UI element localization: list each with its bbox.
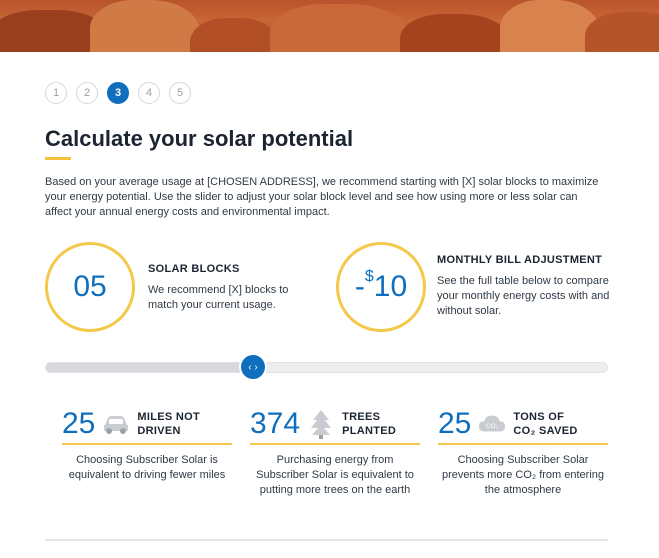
hero-rock <box>90 0 200 52</box>
section-divider <box>45 539 608 541</box>
solar-blocks-body-1: We recommend <box>148 284 229 296</box>
solar-blocks-value: 05 <box>73 270 107 303</box>
hero-rock <box>270 4 410 52</box>
step-1[interactable]: 1 <box>45 82 67 104</box>
stat-header: 25 MILES NOT DRIVEN <box>62 405 232 445</box>
step-indicator: 1 2 3 4 5 <box>45 82 191 104</box>
stat-label: MILES NOT DRIVEN <box>137 410 200 438</box>
solar-blocks-heading: SOLAR BLOCKS <box>148 263 240 275</box>
car-icon <box>101 409 131 439</box>
slider-arrows-icon: ‹ › <box>248 361 258 373</box>
hero-rock <box>400 14 510 52</box>
stat-miles: 25 MILES NOT DRIVEN Choosing Subscriber S… <box>62 405 232 483</box>
stat-label-2: CO₂ SAVED <box>513 425 578 437</box>
stat-value: 374 <box>250 407 301 440</box>
stat-label: TREES PLANTED <box>342 410 396 438</box>
stat-label-1: TREES <box>342 411 381 423</box>
bill-prefix: - <box>354 270 365 303</box>
solar-slider-track[interactable] <box>45 362 608 373</box>
page-title: Calculate your solar potential <box>45 126 354 151</box>
tree-icon <box>306 409 336 439</box>
bill-adjustment-body: See the full table below to compare your… <box>437 275 610 317</box>
intro-part-1: Based on your average usage at <box>45 176 208 188</box>
bill-value: 10 <box>373 270 408 303</box>
intro-address: [CHOSEN ADDRESS] <box>207 176 316 188</box>
stat-description: Purchasing energy from Subscriber Solar … <box>256 454 414 496</box>
stat-label-1: TONS OF <box>513 411 565 423</box>
stat-description: Choosing Subscriber Solar prevents more … <box>442 454 604 496</box>
intro-x: [X] <box>462 176 476 188</box>
stat-label: TONS OF CO₂ SAVED <box>513 410 577 438</box>
stat-description: Choosing Subscriber Solar is equivalent … <box>68 454 226 481</box>
solar-blocks-body-x: [X] <box>228 284 242 296</box>
stat-label-1: MILES NOT <box>137 411 200 423</box>
intro-text: Based on your average usage at [CHOSEN A… <box>45 175 605 220</box>
hero-banner <box>0 0 659 52</box>
step-4[interactable]: 4 <box>138 82 160 104</box>
stat-trees: 374 TREES PLANTED Purchasing energy from … <box>250 405 420 498</box>
stat-header: 374 TREES PLANTED <box>250 405 420 445</box>
bill-adjustment-ring: - $10 <box>336 242 426 332</box>
svg-text:CO₂: CO₂ <box>486 423 499 430</box>
bill-currency: $ <box>364 268 374 285</box>
stat-label-2: DRIVEN <box>137 425 181 437</box>
stat-header: 25 CO₂ TONS OF CO₂ SAVED <box>438 405 608 445</box>
hero-rock <box>190 18 280 52</box>
step-3-active[interactable]: 3 <box>107 82 129 104</box>
solar-blocks-body: We recommend [X] blocks to match your cu… <box>148 283 308 313</box>
step-2[interactable]: 2 <box>76 82 98 104</box>
stat-value: 25 <box>438 407 472 440</box>
stat-value: 25 <box>62 407 96 440</box>
bill-adjustment-heading: MONTHLY BILL ADJUSTMENT <box>437 254 603 266</box>
solar-slider-fill <box>46 363 254 372</box>
title-underline <box>45 157 71 160</box>
hero-rock <box>585 12 659 52</box>
solar-slider-thumb[interactable]: ‹ › <box>241 355 265 379</box>
stat-label-2: PLANTED <box>342 425 397 437</box>
step-5[interactable]: 5 <box>169 82 191 104</box>
stat-co2: 25 CO₂ TONS OF CO₂ SAVED Choosing Subscri… <box>438 405 608 498</box>
co2-cloud-icon: CO₂ <box>477 409 507 439</box>
intro-part-2: , we recommend starting with <box>315 176 462 188</box>
solar-blocks-ring: 05 <box>45 242 135 332</box>
